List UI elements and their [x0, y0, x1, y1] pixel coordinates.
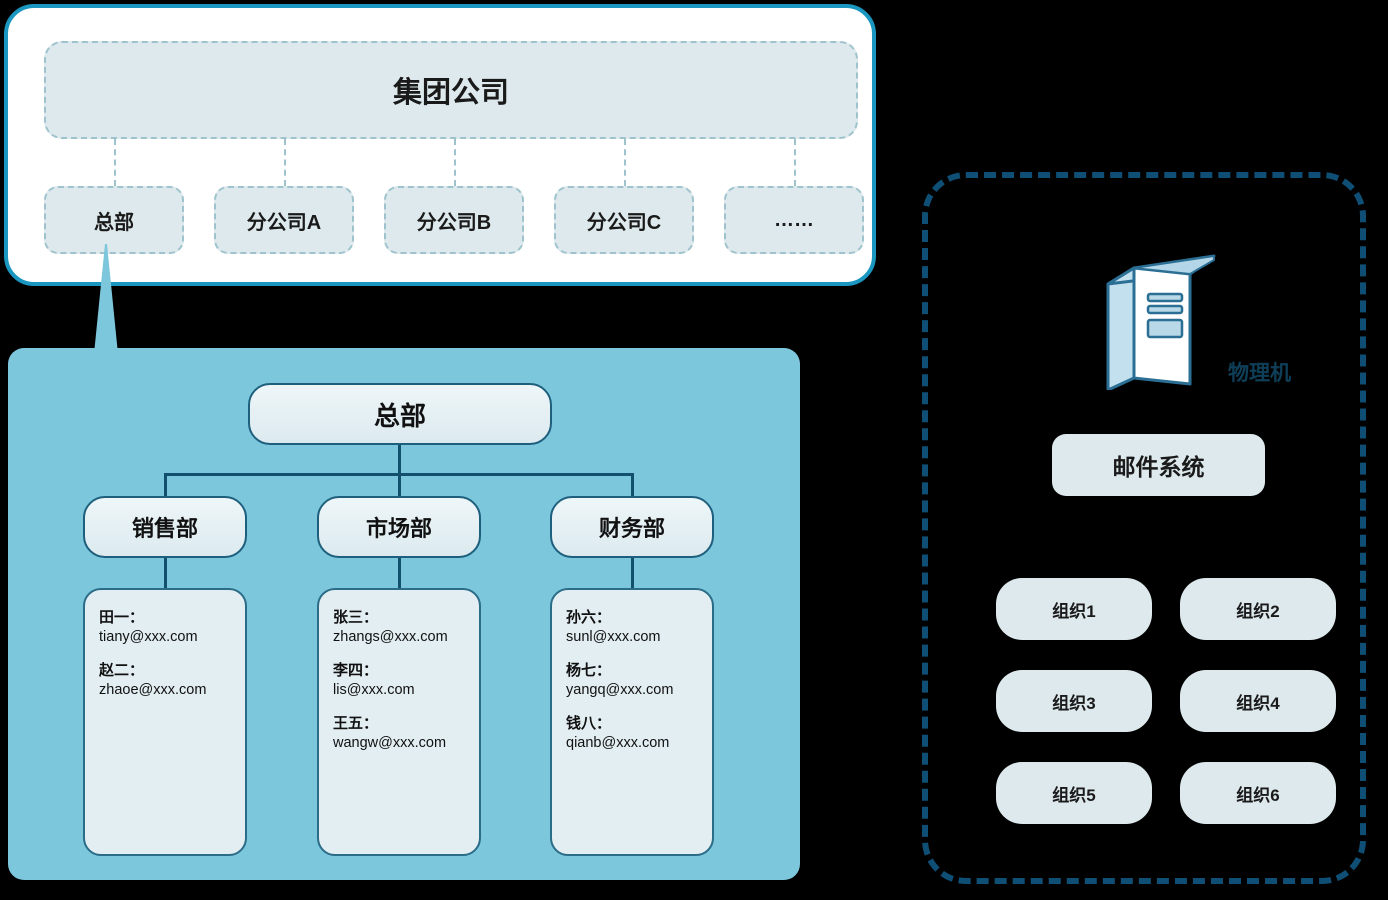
mail-system-label: 邮件系统 [1112, 454, 1205, 480]
organization-label: 组织2 [1236, 601, 1280, 621]
department-node-finance[interactable]: 财务部 [550, 496, 714, 558]
organization-chip-4[interactable]: 组织4 [1180, 670, 1336, 732]
member-drop-marketing [398, 557, 401, 589]
member-entry: 孙六： sunl@xxx.com [566, 608, 700, 647]
organization-chip-6[interactable]: 组织6 [1180, 762, 1336, 824]
department-label: 销售部 [131, 516, 198, 541]
department-label: 市场部 [365, 516, 432, 541]
organization-label: 组织5 [1052, 785, 1096, 805]
diagram-canvas: 集团公司 总部 分公司A 分公司B 分公司C …… 总部 销售部 市场部 财务部… [0, 0, 1388, 900]
member-card-sales[interactable]: 田一： tiany@xxx.com 赵二： zhaoe@xxx.com [83, 588, 247, 856]
server-label: 物理机 [1228, 362, 1291, 385]
organization-label: 组织4 [1236, 693, 1280, 713]
dept-drop-sales [164, 473, 167, 497]
member-email: qianb@xxx.com [566, 734, 670, 751]
member-entry: 张三： zhangs@xxx.com [333, 608, 467, 647]
dashed-connector-4 [624, 139, 626, 186]
member-entry: 钱八： qianb@xxx.com [566, 714, 700, 753]
member-entry: 田一： tiany@xxx.com [99, 608, 233, 647]
organization-label: 组织6 [1236, 785, 1280, 805]
dashed-connector-1 [114, 139, 116, 186]
member-entry: 杨七： yangq@xxx.com [566, 661, 700, 700]
hq-root-node[interactable]: 总部 [248, 383, 552, 445]
dashed-connector-3 [454, 139, 456, 186]
branch-box-ellipsis[interactable]: …… [724, 186, 864, 254]
member-name: 钱八： [566, 714, 612, 732]
group-company-label: 集团公司 [392, 77, 509, 109]
server-icon [1106, 254, 1216, 390]
member-name: 张三： [333, 609, 379, 626]
member-entry: 王五： wangw@xxx.com [333, 714, 467, 753]
dashed-connector-2 [284, 139, 286, 186]
member-email: yangq@xxx.com [566, 681, 674, 698]
member-email: zhangs@xxx.com [333, 628, 448, 645]
member-email: zhaoe@xxx.com [99, 681, 207, 698]
member-card-marketing[interactable]: 张三： zhangs@xxx.com 李四： lis@xxx.com 王五： w… [317, 588, 481, 856]
member-drop-finance [631, 557, 634, 589]
organization-chip-3[interactable]: 组织3 [996, 670, 1152, 732]
dept-drop-marketing [398, 473, 401, 497]
member-name: 赵二： [99, 661, 145, 679]
member-name: 田一： [99, 609, 145, 626]
hq-vertical-connector [398, 445, 401, 475]
organization-chip-1[interactable]: 组织1 [996, 578, 1152, 640]
member-card-finance[interactable]: 孙六： sunl@xxx.com 杨七： yangq@xxx.com 钱八： q… [550, 588, 714, 856]
branch-label: 分公司A [246, 211, 322, 234]
branch-label: 分公司C [586, 211, 662, 234]
member-entry: 李四： lis@xxx.com [333, 661, 467, 700]
member-email: tiany@xxx.com [99, 628, 198, 645]
member-name: 李四： [333, 661, 379, 679]
member-name: 王五： [333, 714, 379, 732]
department-node-marketing[interactable]: 市场部 [317, 496, 481, 558]
hq-root-label: 总部 [373, 400, 426, 431]
department-label: 财务部 [598, 516, 665, 541]
branch-label: …… [774, 208, 814, 231]
branch-box-b[interactable]: 分公司B [384, 186, 524, 254]
branch-label: 分公司B [416, 211, 492, 234]
branch-label: 总部 [94, 211, 134, 234]
mail-system-box[interactable]: 邮件系统 [1052, 434, 1265, 496]
member-entry: 赵二： zhaoe@xxx.com [99, 661, 233, 700]
organization-chip-2[interactable]: 组织2 [1180, 578, 1336, 640]
dept-drop-finance [631, 473, 634, 497]
member-drop-sales [164, 557, 167, 589]
member-name: 杨七： [566, 661, 612, 679]
branch-box-c[interactable]: 分公司C [554, 186, 694, 254]
zoom-funnel-connector [94, 244, 118, 354]
dashed-connector-5 [794, 139, 796, 186]
organization-label: 组织3 [1052, 693, 1096, 713]
department-node-sales[interactable]: 销售部 [83, 496, 247, 558]
organization-label: 组织1 [1052, 601, 1096, 621]
group-company-box[interactable]: 集团公司 [44, 41, 858, 139]
branch-box-a[interactable]: 分公司A [214, 186, 354, 254]
member-email: wangw@xxx.com [333, 734, 447, 751]
member-email: sunl@xxx.com [566, 628, 661, 645]
member-name: 孙六： [566, 609, 612, 626]
organization-chip-5[interactable]: 组织5 [996, 762, 1152, 824]
member-email: lis@xxx.com [333, 681, 415, 698]
